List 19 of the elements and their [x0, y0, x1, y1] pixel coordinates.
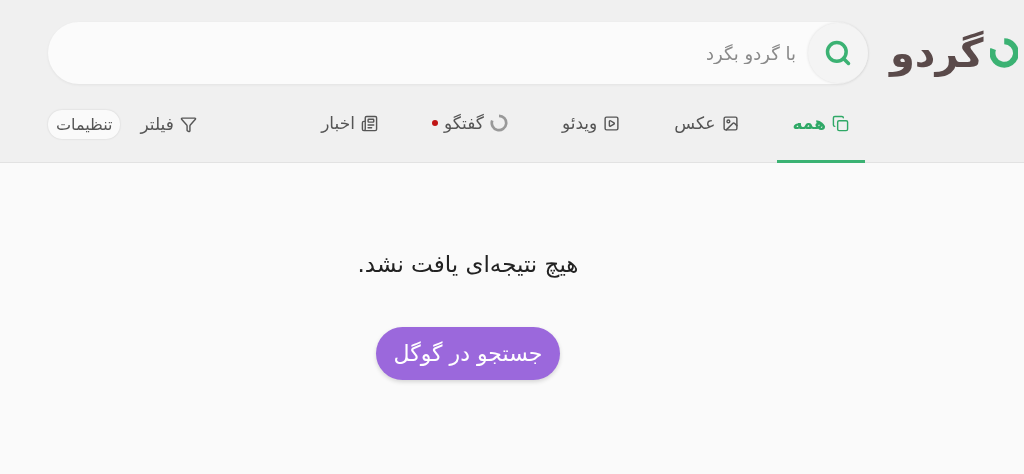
- filter-icon: [179, 115, 197, 133]
- search-input[interactable]: با گردو بگرد: [48, 42, 808, 64]
- tab[interactable]: اخبار: [305, 86, 394, 163]
- search-field[interactable]: با گردو بگرد: [48, 22, 868, 84]
- settings-button[interactable]: تنظیمات: [48, 109, 121, 139]
- copy-icon: [832, 114, 849, 132]
- search-icon: [824, 39, 852, 67]
- play-icon: [603, 114, 621, 132]
- tab[interactable]: گفتگو: [415, 86, 524, 163]
- logo-icon: [989, 36, 1018, 70]
- tab[interactable]: عکس: [658, 86, 755, 163]
- ring-icon: [489, 114, 508, 132]
- search-button[interactable]: [808, 23, 868, 83]
- image-icon: [721, 114, 739, 132]
- filter-button[interactable]: فیلتر: [140, 114, 197, 134]
- list-icon: [360, 114, 378, 132]
- google-search-button[interactable]: جستجو در گوگل: [375, 327, 561, 380]
- no-results-message: هیچ نتیجه‌ای یافت نشد.: [357, 251, 579, 277]
- tab[interactable]: ویدئو: [545, 86, 637, 163]
